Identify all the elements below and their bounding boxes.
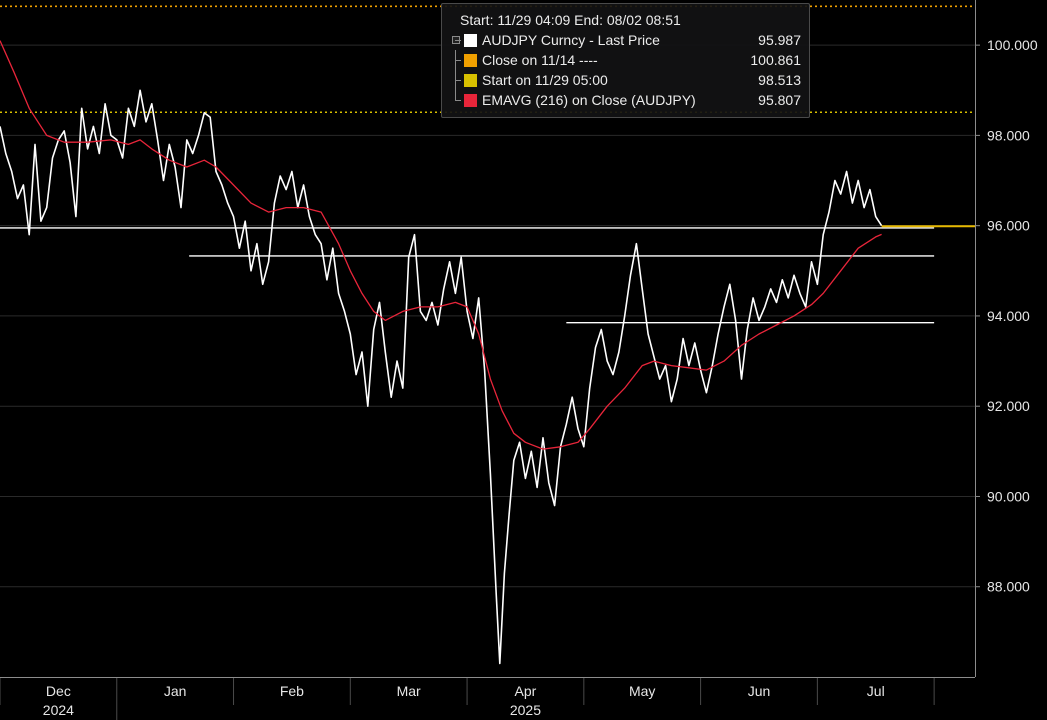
legend-header: Start: 11/29 04:09 End: 08/02 08:51 [460,12,681,28]
legend-item-close-1114[interactable]: Close on 11/14 ---- 100.861 [452,50,801,70]
legend-value: 100.861 [750,52,801,68]
legend-value: 95.987 [758,32,801,48]
x-tick-label: Mar [397,683,421,699]
y-tick-label: 98.000 [987,127,1030,143]
legend-value: 98.513 [758,72,801,88]
legend-label: EMAVG (216) on Close (AUDJPY) [482,92,696,108]
x-tick-label: Jan [164,683,187,699]
x-tick-label: May [629,683,655,699]
legend-swatch-start [464,73,477,87]
legend-label: AUDJPY Curncy - Last Price [482,32,660,48]
tree-branch-icon [452,70,461,90]
tree-branch-icon [452,50,461,70]
legend-label: Close on 11/14 ---- [482,52,598,68]
x-tick-label: Apr [515,683,537,699]
legend-item-emavg[interactable]: EMAVG (216) on Close (AUDJPY) 95.807 [452,90,801,110]
y-tick-label: 96.000 [987,218,1030,234]
legend-swatch-last-price [464,33,477,47]
legend-swatch-emavg [464,93,477,107]
y-tick-label: 100.000 [987,37,1038,53]
x-tick-label: Feb [280,683,304,699]
tree-branch-icon [452,90,461,110]
legend-swatch-close [464,53,477,67]
legend-item-start-1129[interactable]: Start on 11/29 05:00 98.513 [452,70,801,90]
x-tick-label: Dec [46,683,71,699]
x-year-label: 2024 [43,702,74,718]
chart-legend[interactable]: Start: 11/29 04:09 End: 08/02 08:51 AUDJ… [441,3,810,118]
tree-collapse-icon[interactable] [452,30,461,50]
y-tick-label: 88.000 [987,579,1030,595]
y-tick-label: 90.000 [987,488,1030,504]
legend-label: Start on 11/29 05:00 [482,72,608,88]
y-tick-label: 92.000 [987,398,1030,414]
legend-value: 95.807 [758,92,801,108]
legend-item-last-price[interactable]: AUDJPY Curncy - Last Price 95.987 [452,30,801,50]
y-tick-label: 94.000 [987,308,1030,324]
x-tick-label: Jul [867,683,885,699]
x-tick-label: Jun [748,683,771,699]
x-year-label: 2025 [510,702,541,718]
